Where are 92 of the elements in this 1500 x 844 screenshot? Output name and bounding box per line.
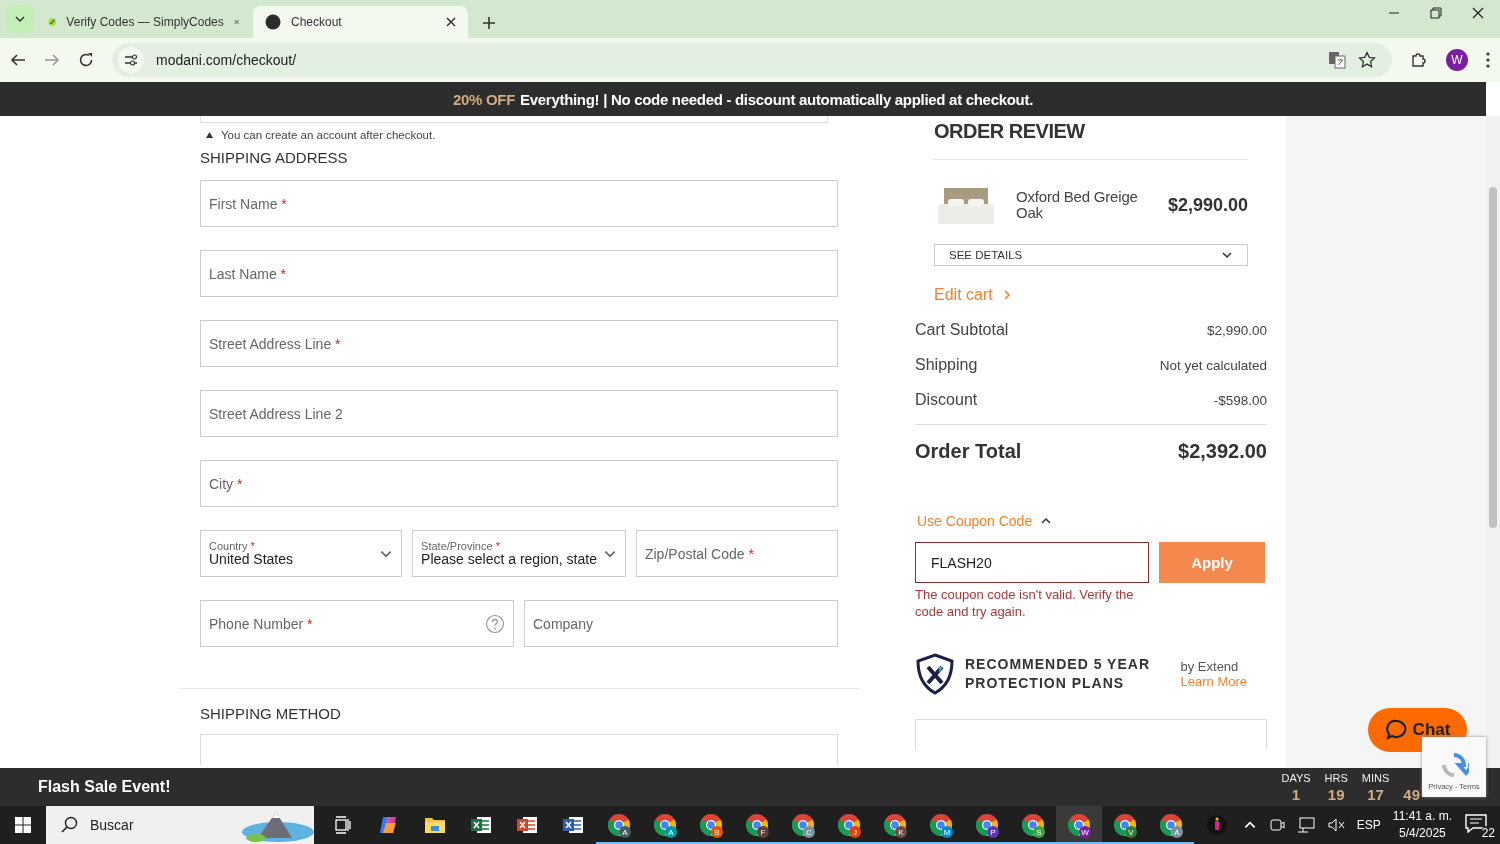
chat-bubble-icon (1384, 719, 1407, 741)
close-icon[interactable] (446, 17, 456, 27)
input-field[interactable]: Street Address Line * (200, 320, 838, 367)
input-field[interactable]: First Name * (200, 180, 838, 227)
section-heading: SHIPPING METHOD (200, 705, 342, 722)
triangle-up-icon (206, 132, 213, 138)
countdown-value: 17 (1367, 786, 1384, 802)
select-field[interactable]: State/Province * Please select a region, state (412, 530, 626, 577)
volume-muted-icon[interactable] (1326, 817, 1345, 833)
select-field[interactable]: Country * United States (200, 530, 403, 577)
browser-tab[interactable]: Verify Codes — SimplyCodes (36, 6, 251, 38)
browser-taskbar-button[interactable]: P (964, 806, 1010, 844)
powerpoint-icon[interactable] (516, 815, 538, 835)
site-settings-icon[interactable] (124, 54, 138, 66)
input-field[interactable]: Street Address Line 2 (200, 390, 838, 437)
browser-taskbar-button[interactable]: J (826, 806, 872, 844)
countdown-unit: DAYS (1281, 772, 1311, 784)
coupon-input-field[interactable]: FLASH20 (915, 542, 1149, 583)
total-value: $2,990.00 (1206, 323, 1267, 338)
browser-taskbar-button[interactable]: C (780, 806, 826, 844)
browser-taskbar-button[interactable]: M (918, 806, 964, 844)
total-label: Shipping (915, 356, 978, 374)
translate-icon[interactable] (1328, 51, 1346, 69)
new-tab-icon[interactable] (482, 16, 496, 30)
excel-icon[interactable] (470, 815, 492, 835)
browser-taskbar-button[interactable]: F (734, 806, 780, 844)
input-field[interactable]: City * (200, 460, 838, 507)
browser-taskbar-button[interactable]: W (1056, 806, 1102, 844)
browser-taskbar-button[interactable]: A (596, 806, 642, 844)
protection-plan-title: RECOMMENDED 5 YEAR PROTECTION PLANS (965, 654, 1151, 693)
browser-taskbar-button[interactable]: A (1148, 806, 1194, 844)
browser-taskbar-button[interactable]: B (688, 806, 734, 844)
task-view-icon[interactable] (334, 816, 352, 834)
language-indicator[interactable]: ESP (1356, 818, 1381, 832)
menu-icon[interactable] (1486, 52, 1490, 68)
chevron-down-icon (1221, 249, 1233, 261)
promo-banner: 20% OFF Everything! | No code needed - discount automatically applied at checkout. (0, 82, 1486, 116)
scrollbar[interactable] (1486, 116, 1500, 768)
search-icon (60, 816, 78, 834)
coupon-error-message: The coupon code isn't valid. Verify the code and try again. (915, 587, 1135, 621)
countdown-value: 1 (1291, 786, 1301, 802)
reload-icon[interactable] (78, 52, 94, 68)
countdown-value: 49 (1403, 786, 1420, 802)
account-note: You can create an account after checkout. (221, 129, 436, 141)
browser-taskbar-button[interactable]: V (1102, 806, 1148, 844)
address-bar[interactable]: modani.com/checkout/ (112, 43, 1392, 77)
order-total-label: Order Total (915, 440, 1022, 463)
folder-icon[interactable] (424, 816, 446, 834)
product-name: Oxford Bed Greige Oak (1016, 188, 1139, 222)
countdown-unit: HRS (1324, 772, 1348, 784)
back-icon[interactable] (10, 52, 26, 68)
input-field[interactable]: Phone Number * (200, 600, 514, 647)
scrollbar-thumb[interactable] (1489, 187, 1497, 528)
order-review-heading: ORDER REVIEW (934, 120, 1248, 160)
restore-icon[interactable] (1430, 7, 1442, 19)
input-field[interactable]: Last Name * (200, 250, 838, 297)
camera-icon[interactable] (1268, 817, 1285, 833)
section-heading: SHIPPING ADDRESS (200, 149, 349, 166)
app-icon[interactable] (1206, 814, 1228, 836)
browser-taskbar-button[interactable]: K (872, 806, 918, 844)
shield-icon (915, 652, 955, 695)
network-icon[interactable] (1296, 817, 1315, 833)
flash-sale-title: Flash Sale Event! (38, 778, 171, 796)
taskbar-clock[interactable]: 11:41 a. m. 5/4/2025 (1392, 808, 1452, 842)
windows-start-icon[interactable] (15, 817, 31, 833)
forward-icon[interactable] (44, 52, 60, 68)
help-icon[interactable] (485, 613, 505, 634)
countdown-value: 19 (1327, 786, 1345, 802)
extensions-icon[interactable] (1410, 51, 1428, 69)
total-label: Cart Subtotal (915, 321, 1009, 339)
total-value: -$598.00 (1213, 393, 1267, 408)
provider-label: by Extend (1180, 658, 1240, 674)
see-details-dropdown[interactable]: SEE DETAILS (934, 244, 1248, 266)
input-field[interactable]: Company (524, 600, 838, 647)
browser-tab[interactable]: Checkout (253, 6, 468, 38)
product-price: $2,990.00 (1167, 194, 1248, 216)
bookmark-star-icon[interactable] (1358, 51, 1376, 69)
total-label: Discount (915, 391, 978, 409)
chevron-right-icon (1002, 289, 1011, 301)
word-icon[interactable] (562, 815, 584, 835)
chevron-down-icon (14, 13, 26, 25)
browser-taskbar-button[interactable]: A (642, 806, 688, 844)
countdown-unit: MINS (1361, 772, 1390, 784)
order-total-value: $2,392.00 (1178, 440, 1267, 463)
site-logo-icon (265, 14, 281, 30)
search-placeholder: Buscar (90, 817, 134, 833)
close-icon[interactable] (1472, 7, 1484, 19)
tab-search-button[interactable] (6, 5, 34, 33)
profile-avatar[interactable]: W (1446, 49, 1468, 71)
taskbar-search-field[interactable]: Buscar (46, 806, 314, 844)
total-value: Not yet calculated (1159, 358, 1267, 373)
input-field[interactable]: Zip/Postal Code * (635, 530, 838, 577)
